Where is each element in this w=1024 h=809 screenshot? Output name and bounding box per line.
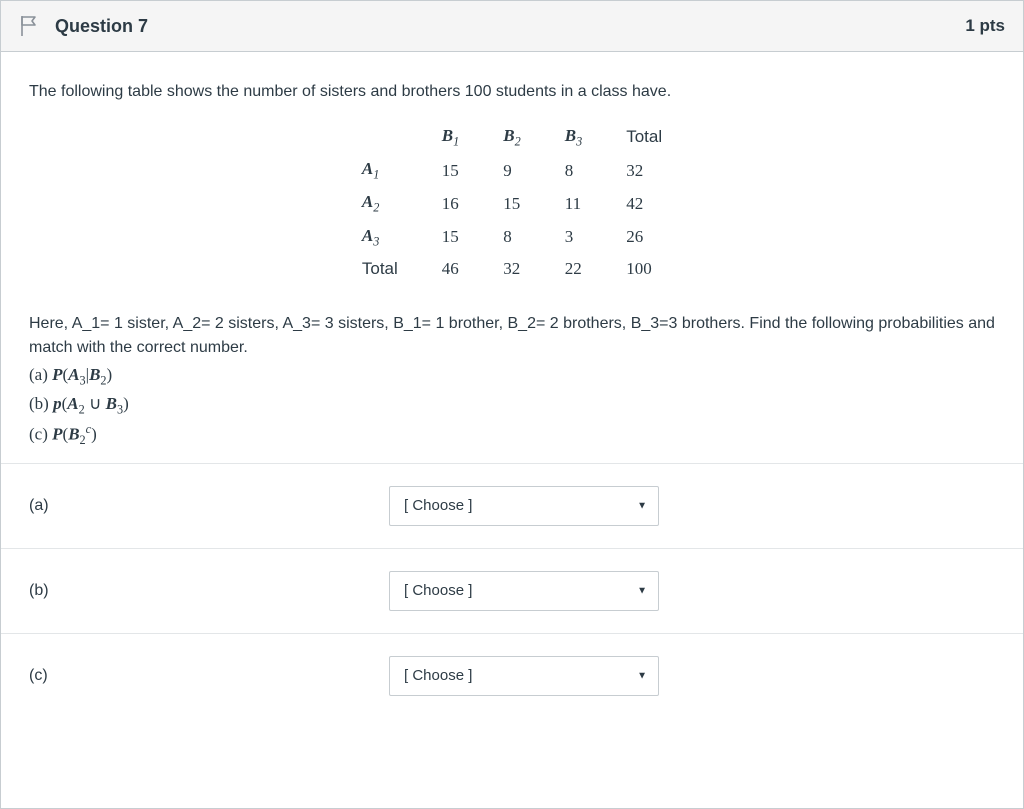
table-row: A3 15 8 3 26	[340, 221, 684, 254]
question-header: Question 7 1 pts	[1, 1, 1023, 52]
table-row: A2 16 15 11 42	[340, 187, 684, 220]
table-row: A1 15 9 8 32	[340, 154, 684, 187]
answer-row-a: (a) [ Choose ] ▼	[1, 463, 1023, 548]
answer-select-a[interactable]: [ Choose ]	[389, 486, 659, 526]
answer-label-b: (b)	[29, 582, 389, 600]
part-b-formula: (b) p(A2 ∪ B3)	[29, 392, 995, 419]
answer-select-c[interactable]: [ Choose ]	[389, 656, 659, 696]
flag-icon[interactable]	[19, 15, 39, 37]
answer-label-c: (c)	[29, 667, 389, 685]
question-title: Question 7	[55, 16, 965, 37]
answers-section: (a) [ Choose ] ▼ (b) [ Choose ] ▼ (c) [ …	[1, 462, 1023, 718]
question-body: The following table shows the number of …	[1, 52, 1023, 462]
intro-text: The following table shows the number of …	[29, 80, 995, 103]
answer-select-b[interactable]: [ Choose ]	[389, 571, 659, 611]
answer-row-b: (b) [ Choose ] ▼	[1, 548, 1023, 633]
part-a-formula: (a) P(A3|B2)	[29, 363, 995, 390]
answer-select-wrap-c: [ Choose ] ▼	[389, 656, 659, 696]
table-header-row: B1 B2 B3 Total	[340, 121, 684, 154]
answer-select-wrap-b: [ Choose ] ▼	[389, 571, 659, 611]
question-card: Question 7 1 pts The following table sho…	[0, 0, 1024, 809]
answer-label-a: (a)	[29, 497, 389, 515]
answer-row-c: (c) [ Choose ] ▼	[1, 633, 1023, 718]
data-table: B1 B2 B3 Total A1 15 9 8 32 A2 16 15 11 …	[340, 121, 684, 284]
explanation-text: Here, A_1= 1 sister, A_2= 2 sisters, A_3…	[29, 312, 995, 358]
table-row: Total 46 32 22 100	[340, 254, 684, 285]
part-c-formula: (c) P(B2c)	[29, 421, 995, 450]
answer-select-wrap-a: [ Choose ] ▼	[389, 486, 659, 526]
question-points: 1 pts	[965, 16, 1005, 36]
